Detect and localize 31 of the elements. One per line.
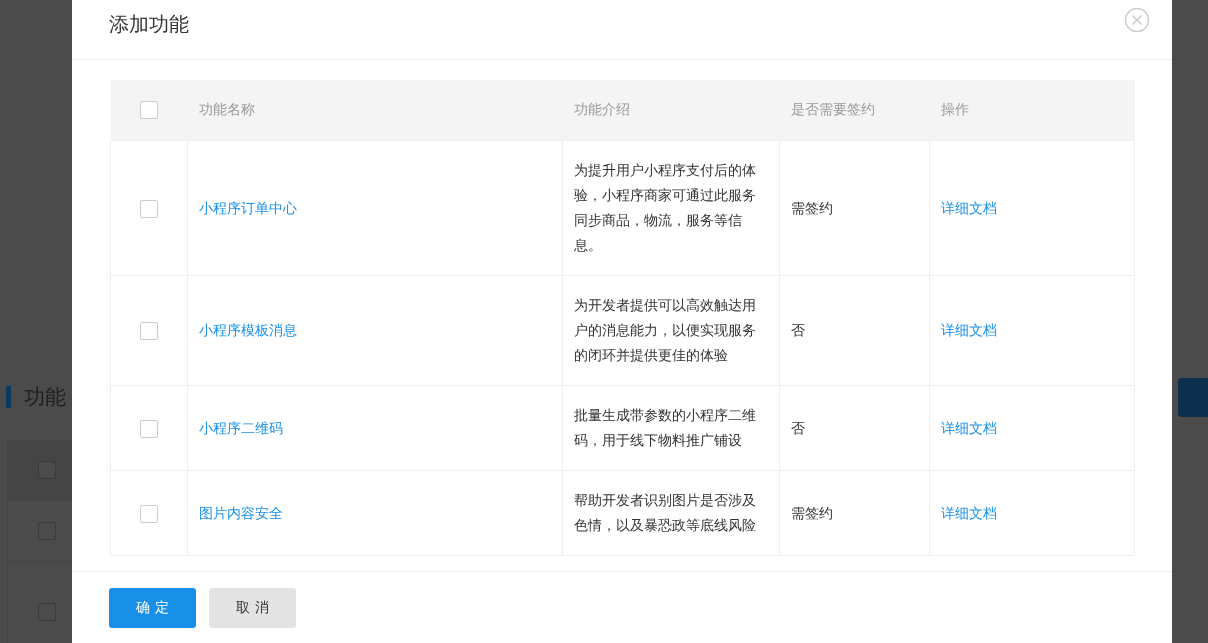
feature-description: 批量生成带参数的小程序二维码，用于线下物料推广铺设 — [574, 407, 756, 448]
signing-status: 需签约 — [791, 504, 833, 521]
feature-name-link[interactable]: 图片内容安全 — [199, 504, 283, 521]
docs-link[interactable]: 详细文档 — [941, 504, 997, 521]
accent-bar — [6, 386, 11, 408]
column-header: 功能介绍 — [573, 101, 630, 117]
cancel-button[interactable]: 取 消 — [209, 587, 296, 628]
row-checkbox[interactable] — [140, 199, 158, 218]
column-header: 功能名称 — [198, 101, 255, 117]
row-checkbox[interactable] — [140, 322, 158, 340]
row-checkbox[interactable] — [140, 419, 158, 438]
signing-status: 需签约 — [791, 199, 833, 216]
feature-name-link[interactable]: 小程序二维码 — [199, 419, 283, 436]
column-header: 操作 — [940, 101, 969, 117]
confirm-button[interactable]: 确 定 — [109, 587, 196, 628]
feature-description: 为提升用户小程序支付后的体验，小程序商家可通过此服务同步商品，物流，服务等信息。 — [574, 162, 756, 253]
feature-name-link[interactable]: 小程序模板消息 — [199, 322, 297, 338]
feature-name-link[interactable]: 小程序订单中心 — [199, 199, 297, 216]
signing-status: 否 — [791, 322, 805, 338]
feature-description: 帮助开发者识别图片是否涉及色情，以及暴恐政等底线风险 — [574, 492, 756, 533]
select-all-checkbox[interactable] — [140, 101, 158, 119]
background-button[interactable] — [1178, 378, 1208, 417]
dialog-title: 添加功能 — [109, 11, 189, 38]
row-checkbox[interactable] — [140, 504, 158, 523]
docs-link[interactable]: 详细文档 — [941, 322, 997, 338]
close-icon[interactable] — [1124, 6, 1150, 33]
docs-link[interactable]: 详细文档 — [941, 419, 997, 436]
docs-link[interactable]: 详细文档 — [941, 199, 997, 216]
signing-status: 否 — [791, 419, 805, 436]
feature-description: 为开发者提供可以高效触达用户的消息能力，以便实现服务的闭环并提供更佳的体验 — [574, 297, 756, 363]
column-header: 是否需要签约 — [790, 101, 875, 117]
